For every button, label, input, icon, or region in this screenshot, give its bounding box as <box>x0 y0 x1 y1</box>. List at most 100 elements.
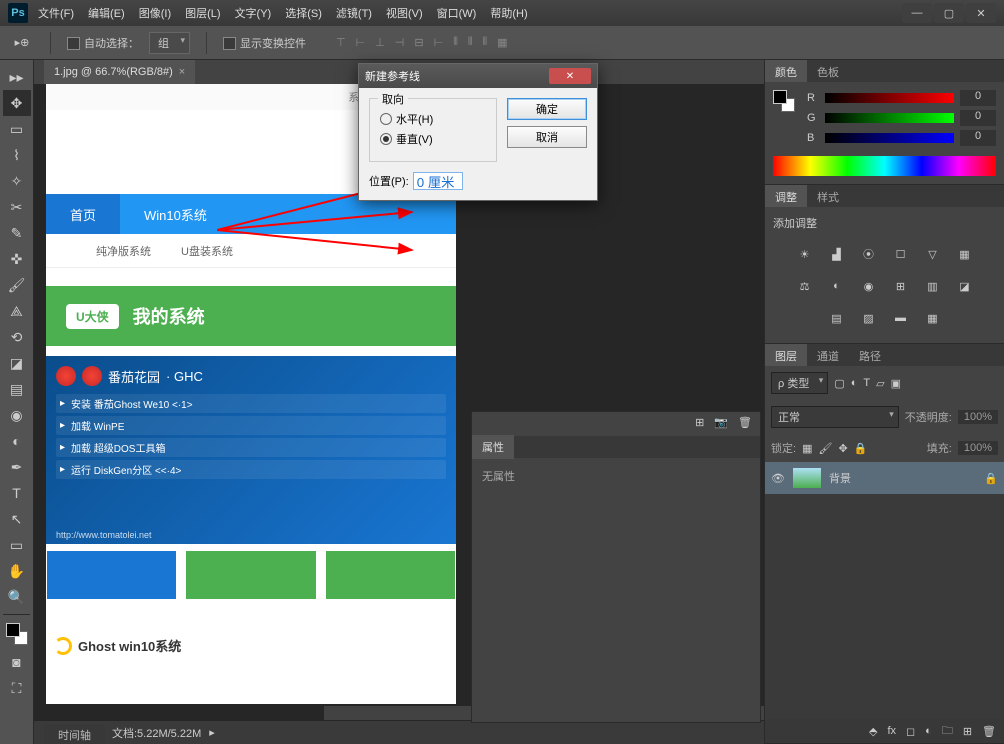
hand-tool[interactable]: ✋ <box>3 558 31 584</box>
color-spectrum[interactable] <box>773 156 996 176</box>
curves-icon[interactable]: ⦿ <box>858 243 880 265</box>
foreground-background-swatch[interactable] <box>6 623 28 645</box>
minimize-button[interactable]: — <box>902 3 932 23</box>
brightness-icon[interactable]: ☀ <box>794 243 816 265</box>
eyedropper-tool[interactable]: ✎ <box>3 220 31 246</box>
tab-properties[interactable]: 属性 <box>472 435 514 459</box>
filter-type-icon[interactable]: T <box>863 377 870 389</box>
align-bottom-icon[interactable]: ⊥ <box>375 36 385 49</box>
distribute-icon[interactable]: ⫴ <box>453 36 458 49</box>
menu-window[interactable]: 窗口(W) <box>437 5 477 21</box>
filter-adjust-icon[interactable]: ◐ <box>851 377 858 389</box>
lock-image-icon[interactable]: 🖌 <box>818 442 832 455</box>
shape-tool[interactable]: ▭ <box>3 532 31 558</box>
toolbox-collapse-icon[interactable]: ▸▸ <box>3 64 31 90</box>
tab-styles[interactable]: 样式 <box>807 185 849 207</box>
status-chevron-icon[interactable]: ▸ <box>209 726 215 739</box>
screen-mode-icon[interactable]: 📷 <box>714 416 728 432</box>
tab-adjustments[interactable]: 调整 <box>765 185 807 207</box>
menu-file[interactable]: 文件(F) <box>38 5 74 21</box>
opacity-value[interactable]: 100% <box>958 410 998 424</box>
visibility-eye-icon[interactable]: 👁 <box>771 472 785 485</box>
menu-type[interactable]: 文字(Y) <box>235 5 272 21</box>
pen-tool[interactable]: ✒ <box>3 454 31 480</box>
auto-select-target-dropdown[interactable]: 组 <box>149 32 190 54</box>
color-swatch[interactable] <box>773 90 795 112</box>
ok-button[interactable]: 确定 <box>507 98 587 120</box>
radio-vertical-input[interactable] <box>380 133 392 145</box>
3d-mode-icon[interactable]: ▦ <box>497 36 507 49</box>
radio-vertical[interactable]: 垂直(V) <box>380 131 486 147</box>
move-tool[interactable]: ✥ <box>3 90 31 116</box>
gradient-map-icon[interactable]: ▬ <box>890 307 912 329</box>
r-slider[interactable] <box>825 93 954 103</box>
filter-shape-icon[interactable]: ▱ <box>876 377 884 390</box>
layer-name[interactable]: 背景 <box>829 470 851 486</box>
blend-mode-select[interactable]: 正常 <box>771 406 899 428</box>
delete-layer-icon[interactable]: 🗑 <box>982 725 996 738</box>
fg-swatch[interactable] <box>773 90 787 104</box>
menu-image[interactable]: 图像(I) <box>139 5 171 21</box>
trash-icon[interactable]: 🗑 <box>738 416 752 432</box>
history-brush-tool[interactable]: ⟲ <box>3 324 31 350</box>
marquee-tool[interactable]: ▭ <box>3 116 31 142</box>
menu-filter[interactable]: 滤镜(T) <box>336 5 372 21</box>
tab-timeline[interactable]: 时间轴 <box>44 724 105 744</box>
auto-select-checkbox[interactable] <box>67 37 80 50</box>
lock-position-icon[interactable]: ✥ <box>838 442 847 455</box>
r-value[interactable]: 0 <box>960 90 996 106</box>
position-input[interactable] <box>413 172 463 190</box>
zoom-tool[interactable]: 🔍 <box>3 584 31 610</box>
g-slider[interactable] <box>825 113 954 123</box>
show-transform-checkbox[interactable] <box>223 37 236 50</box>
distribute-icon[interactable]: ⫴ <box>482 36 487 49</box>
blur-tool[interactable]: ◉ <box>3 402 31 428</box>
brush-tool[interactable]: 🖌 <box>3 272 31 298</box>
align-center-icon[interactable]: ⊟ <box>414 36 423 49</box>
layer-thumbnail[interactable] <box>793 468 821 488</box>
fill-value[interactable]: 100% <box>958 441 998 455</box>
document-tab-close-icon[interactable]: × <box>179 66 185 78</box>
new-group-icon[interactable]: 🗀 <box>942 722 953 741</box>
exposure-icon[interactable]: ☐ <box>890 243 912 265</box>
align-top-icon[interactable]: ⊤ <box>336 36 346 49</box>
show-transform-label[interactable]: 显示变换控件 <box>223 35 306 51</box>
radio-horizontal[interactable]: 水平(H) <box>380 111 486 127</box>
layer-mask-icon[interactable]: ◻ <box>906 725 915 738</box>
tab-channels[interactable]: 通道 <box>807 344 849 366</box>
radio-horizontal-input[interactable] <box>380 113 392 125</box>
eraser-tool[interactable]: ◪ <box>3 350 31 376</box>
crop-tool[interactable]: ✂ <box>3 194 31 220</box>
distribute-icon[interactable]: ⫴ <box>468 36 473 49</box>
type-tool[interactable]: T <box>3 480 31 506</box>
filter-pixel-icon[interactable]: ▢ <box>834 377 844 390</box>
gradient-tool[interactable]: ▤ <box>3 376 31 402</box>
move-tool-preset-icon[interactable]: ▸⊕ <box>10 33 34 53</box>
maximize-button[interactable]: ▢ <box>934 3 964 23</box>
healing-brush-tool[interactable]: ✜ <box>3 246 31 272</box>
foreground-color-swatch[interactable] <box>6 623 20 637</box>
tab-swatches[interactable]: 色板 <box>807 60 849 82</box>
photo-filter-icon[interactable]: ◉ <box>858 275 880 297</box>
dialog-titlebar[interactable]: 新建参考线 ✕ <box>359 64 597 88</box>
hue-sat-icon[interactable]: ▦ <box>954 243 976 265</box>
layer-filter-kind[interactable]: ρ 类型 <box>771 372 828 394</box>
new-layer-icon[interactable]: ⊞ <box>963 725 972 738</box>
layer-style-icon[interactable]: fx <box>887 725 896 737</box>
cancel-button[interactable]: 取消 <box>507 126 587 148</box>
tab-color[interactable]: 颜色 <box>765 60 807 82</box>
menu-select[interactable]: 选择(S) <box>285 5 322 21</box>
channel-mixer-icon[interactable]: ⊞ <box>890 275 912 297</box>
layer-list[interactable]: 👁 背景 🔒 <box>765 462 1004 719</box>
menu-layer[interactable]: 图层(L) <box>185 5 220 21</box>
quick-mask-tool[interactable]: ◙ <box>3 649 31 675</box>
close-button[interactable]: ✕ <box>966 3 996 23</box>
lock-all-icon[interactable]: 🔒 <box>854 442 868 455</box>
link-layers-icon[interactable]: ⬘ <box>869 725 877 738</box>
menu-help[interactable]: 帮助(H) <box>490 5 527 21</box>
clone-stamp-tool[interactable]: ⟁ <box>3 298 31 324</box>
align-middle-icon[interactable]: ⊢ <box>356 36 366 49</box>
align-right-icon[interactable]: ⊢ <box>434 36 444 49</box>
magic-wand-tool[interactable]: ✧ <box>3 168 31 194</box>
lasso-tool[interactable]: ⌇ <box>3 142 31 168</box>
